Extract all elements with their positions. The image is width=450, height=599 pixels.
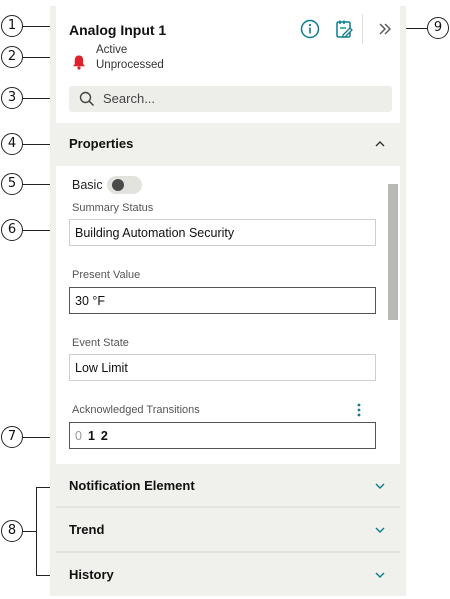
- callout-4: 4: [1, 133, 23, 155]
- present-value-value: 30 °F: [75, 294, 106, 308]
- callout-5: 5: [1, 173, 23, 195]
- info-icon[interactable]: [299, 18, 321, 40]
- alarm-processing-text: Unprocessed: [96, 59, 164, 71]
- transition-bit-0[interactable]: 0: [75, 429, 82, 443]
- callout-6: 6: [1, 219, 23, 241]
- section-trend-header[interactable]: Trend: [56, 510, 400, 550]
- event-state-label: Event State: [72, 337, 129, 349]
- callout-1: 1: [1, 15, 23, 37]
- chevron-down-icon: [375, 572, 385, 578]
- summary-status-field[interactable]: Building Automation Security: [69, 219, 376, 246]
- chevron-up-icon: [375, 141, 385, 147]
- transition-bit-2[interactable]: 2: [101, 429, 108, 443]
- toggle-knob: [112, 179, 124, 191]
- summary-status-value: Building Automation Security: [75, 226, 235, 240]
- double-chevron-right-icon[interactable]: [374, 18, 396, 40]
- event-state-value: Low Limit: [75, 361, 128, 375]
- search-input[interactable]: Search...: [69, 86, 392, 112]
- section-history-title: History: [69, 567, 114, 582]
- search-icon: [79, 91, 95, 107]
- basic-toggle[interactable]: [107, 176, 142, 194]
- callout-8-leader: [23, 531, 37, 533]
- search-placeholder: Search...: [103, 91, 156, 106]
- event-state-field[interactable]: Low Limit: [69, 354, 376, 381]
- basic-toggle-label: Basic: [72, 178, 103, 192]
- header-separator: [362, 14, 363, 44]
- section-properties-header[interactable]: Properties: [56, 124, 400, 164]
- callout-9: 9: [427, 17, 449, 39]
- more-vertical-icon[interactable]: [354, 402, 364, 418]
- properties-panel: Analog Input 1 Active Unprocessed Search…: [50, 6, 406, 596]
- section-trend-title: Trend: [69, 522, 105, 537]
- section-history-header[interactable]: History: [56, 555, 400, 595]
- properties-scrollbar-thumb[interactable]: [388, 184, 398, 320]
- callout-7: 7: [1, 426, 23, 448]
- section-divider: [56, 551, 400, 553]
- section-notification-element-title: Notification Element: [69, 478, 195, 493]
- edit-notes-icon[interactable]: [333, 18, 355, 40]
- alarm-state-text: Active: [96, 44, 128, 56]
- bell-icon: [73, 55, 85, 70]
- chevron-down-icon: [375, 527, 385, 533]
- chevron-down-icon: [375, 483, 385, 489]
- properties-body: Basic Summary Status Building Automation…: [56, 166, 400, 464]
- acknowledged-transitions-field[interactable]: 012: [69, 422, 376, 449]
- callout-2: 2: [1, 46, 23, 68]
- present-value-field[interactable]: 30 °F: [69, 287, 376, 314]
- acknowledged-transitions-label: Acknowledged Transitions: [72, 404, 200, 416]
- transition-bit-1[interactable]: 1: [88, 429, 95, 443]
- object-title: Analog Input 1: [69, 22, 167, 38]
- panel-header: Analog Input 1 Active Unprocessed Search…: [56, 6, 400, 123]
- section-divider: [56, 506, 400, 508]
- present-value-label: Present Value: [72, 269, 141, 281]
- callout-8: 8: [1, 520, 23, 542]
- callout-8-bracket: [36, 487, 38, 576]
- section-notification-element-header[interactable]: Notification Element: [56, 466, 400, 506]
- section-properties-title: Properties: [69, 136, 134, 151]
- callout-3: 3: [1, 87, 23, 109]
- transition-bits: 012: [75, 429, 114, 443]
- summary-status-label: Summary Status: [72, 202, 154, 214]
